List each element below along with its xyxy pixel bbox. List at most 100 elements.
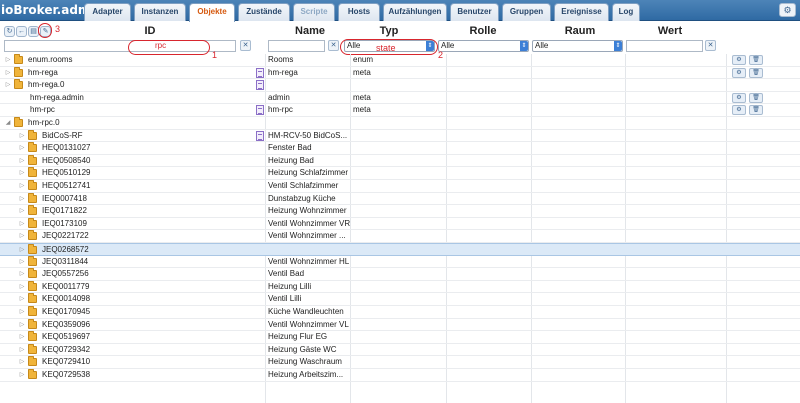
tab-objekte[interactable]: Objekte	[189, 3, 235, 22]
expand-icon[interactable]: ▷	[18, 205, 26, 217]
row-type	[353, 306, 443, 318]
edit-icon[interactable]: ⚙	[732, 105, 746, 116]
tab-scripte[interactable]: Scripte	[293, 3, 335, 21]
expand-icon[interactable]: ▷	[18, 281, 26, 293]
refresh-icon[interactable]: ↻	[4, 26, 15, 37]
expand-icon[interactable]: ▷	[18, 142, 26, 154]
name-filter-input[interactable]	[268, 40, 325, 52]
row-id: JEQ0557256	[42, 269, 89, 279]
object-document-icon[interactable]	[256, 80, 264, 91]
role-filter-select[interactable]: Alle ⇕	[438, 40, 529, 52]
tree-row[interactable]: ▷ JEQ0221722 Ventil Wohnzimmer ...	[0, 230, 800, 243]
expand-icon[interactable]: ▷	[18, 293, 26, 305]
tree-row[interactable]: ▷ HEQ0510129 Heizung Schlafzimmer	[0, 167, 800, 180]
row-type	[353, 256, 443, 268]
value-filter-clear-icon[interactable]: ✕	[705, 40, 716, 51]
tree-row[interactable]: ▷ KEQ0729410 Heizung Waschraum	[0, 356, 800, 369]
expand-icon[interactable]: ▷	[4, 79, 12, 91]
expand-icon[interactable]: ▷	[18, 193, 26, 205]
tree-row[interactable]: hm-rega.admin admin meta ⚙ 🗑	[0, 92, 800, 105]
value-filter-input[interactable]	[626, 40, 703, 52]
tree-row[interactable]: ▷ enum.rooms Rooms enum ⚙ 🗑	[0, 54, 800, 67]
id-filter-clear-icon[interactable]: ✕	[240, 40, 251, 51]
tree-row[interactable]: ▷ KEQ0729342 Heizung Gäste WC	[0, 343, 800, 357]
tree-row[interactable]: ▷ JEQ0268572	[0, 243, 800, 256]
expand-icon[interactable]: ▷	[18, 230, 26, 242]
folder-icon	[28, 244, 37, 254]
tree-row[interactable]: ◢ hm-rpc.0	[0, 117, 800, 130]
expand-icon[interactable]: ▷	[18, 155, 26, 167]
row-type	[353, 205, 443, 217]
tab-gruppen[interactable]: Gruppen	[502, 3, 551, 21]
expand-icon[interactable]: ▷	[4, 54, 12, 66]
row-type	[353, 79, 443, 91]
tree-row[interactable]: ▷ JEQ0557256 Ventil Bad	[0, 268, 800, 281]
row-type	[353, 142, 443, 154]
tree-row[interactable]: ▷ KEQ0170945 Küche Wandleuchten	[0, 306, 800, 319]
column-header-name[interactable]: Name	[268, 25, 352, 37]
tab-benutzer[interactable]: Benutzer	[450, 3, 499, 21]
expand-icon[interactable]: ▷	[4, 67, 12, 79]
column-header-role[interactable]: Rolle	[448, 25, 518, 37]
tree-row[interactable]: ▷ KEQ0011779 Heizung Lilli	[0, 280, 800, 294]
tab-instanzen[interactable]: Instanzen	[134, 3, 186, 21]
row-id: HEQ0512741	[42, 181, 91, 190]
delete-icon[interactable]: 🗑	[749, 92, 763, 103]
delete-icon[interactable]: 🗑	[749, 55, 763, 65]
tab-adapter[interactable]: Adapter	[84, 3, 131, 21]
tab-zustände[interactable]: Zustände	[238, 3, 290, 21]
row-name: Ventil Wohnzimmer ...	[268, 231, 346, 241]
tree-row[interactable]: ▷ BidCoS-RF HM-RCV-50 BidCoS...	[0, 129, 800, 143]
edit-icon[interactable]: ⚙	[732, 67, 746, 78]
tab-ereignisse[interactable]: Ereignisse	[554, 3, 609, 21]
delete-icon[interactable]: 🗑	[749, 105, 763, 116]
tree-row[interactable]: ▷ IEQ0171822 Heizung Wohnzimmer	[0, 205, 800, 218]
column-header-id[interactable]: ID	[100, 25, 200, 37]
tab-aufzählungen[interactable]: Aufzählungen	[383, 3, 447, 21]
delete-icon[interactable]: 🗑	[749, 67, 763, 78]
tree-row[interactable]: ▷ HEQ0508540 Heizung Bad	[0, 154, 800, 168]
expand-icon[interactable]: ▷	[18, 268, 26, 280]
tree-row[interactable]: ▷ HEQ0512741 Ventil Schlafzimmer	[0, 180, 800, 193]
expand-icon[interactable]: ▷	[18, 167, 26, 179]
tab-log[interactable]: Log	[612, 3, 640, 21]
object-document-icon[interactable]	[256, 67, 264, 78]
tree-row[interactable]: ▷ JEQ0311844 Ventil Wohnzimmer HL	[0, 255, 800, 269]
tree-row[interactable]: hm-rpc hm-rpc meta ⚙ 🗑	[0, 104, 800, 117]
gear-icon[interactable]: ⚙	[779, 3, 796, 17]
expand-icon[interactable]: ▷	[18, 130, 26, 142]
tree-row[interactable]: ▷ KEQ0014098 Ventil Lilli	[0, 293, 800, 306]
expand-icon[interactable]: ▷	[18, 344, 26, 356]
tree-row[interactable]: ▷ IEQ0173109 Ventil Wohnzimmer VR	[0, 217, 800, 231]
tree-row[interactable]: ▷ KEQ0359096 Ventil Wohnzimmer VL	[0, 318, 800, 332]
name-filter-clear-icon[interactable]: ✕	[328, 40, 339, 51]
edit-icon[interactable]: ⚙	[732, 92, 746, 103]
expand-icon[interactable]: ▷	[18, 256, 26, 268]
column-header-value[interactable]: Wert	[630, 25, 710, 37]
room-filter-select[interactable]: Alle ⇕	[532, 40, 623, 52]
row-name: Heizung Lilli	[268, 281, 312, 291]
edit-icon[interactable]: ⚙	[732, 55, 746, 65]
expand-icon[interactable]: ▷	[18, 244, 26, 256]
tree-row[interactable]: ▷ hm-rega hm-rega meta ⚙ 🗑	[0, 66, 800, 80]
column-header-room[interactable]: Raum	[530, 25, 630, 37]
expand-icon[interactable]: ▷	[18, 356, 26, 368]
tree-row[interactable]: ▷ HEQ0131027 Fenster Bad	[0, 142, 800, 155]
expand-icon[interactable]: ▷	[18, 331, 26, 343]
expand-icon[interactable]: ▷	[18, 306, 26, 318]
tree-row[interactable]: ▷ IEQ0007418 Dunstabzug Küche	[0, 192, 800, 206]
object-document-icon[interactable]	[256, 105, 264, 116]
expand-icon[interactable]: ▷	[18, 180, 26, 192]
object-document-icon[interactable]	[256, 130, 264, 141]
expand-icon[interactable]: ▷	[18, 218, 26, 230]
tree-row[interactable]: ▷ KEQ0729538 Heizung Arbeitszim...	[0, 369, 800, 382]
back-icon[interactable]: ←	[16, 26, 27, 37]
row-name: Rooms	[268, 55, 294, 64]
tree-row[interactable]: ▷ hm-rega.0	[0, 79, 800, 92]
collapse-icon[interactable]: ◢	[4, 117, 12, 129]
expand-icon[interactable]: ▷	[18, 369, 26, 381]
tab-hosts[interactable]: Hosts	[338, 3, 380, 21]
expand-icon[interactable]: ▷	[18, 319, 26, 331]
tree-row[interactable]: ▷ KEQ0519697 Heizung Flur EG	[0, 331, 800, 344]
column-header-type[interactable]: Typ	[344, 25, 434, 37]
